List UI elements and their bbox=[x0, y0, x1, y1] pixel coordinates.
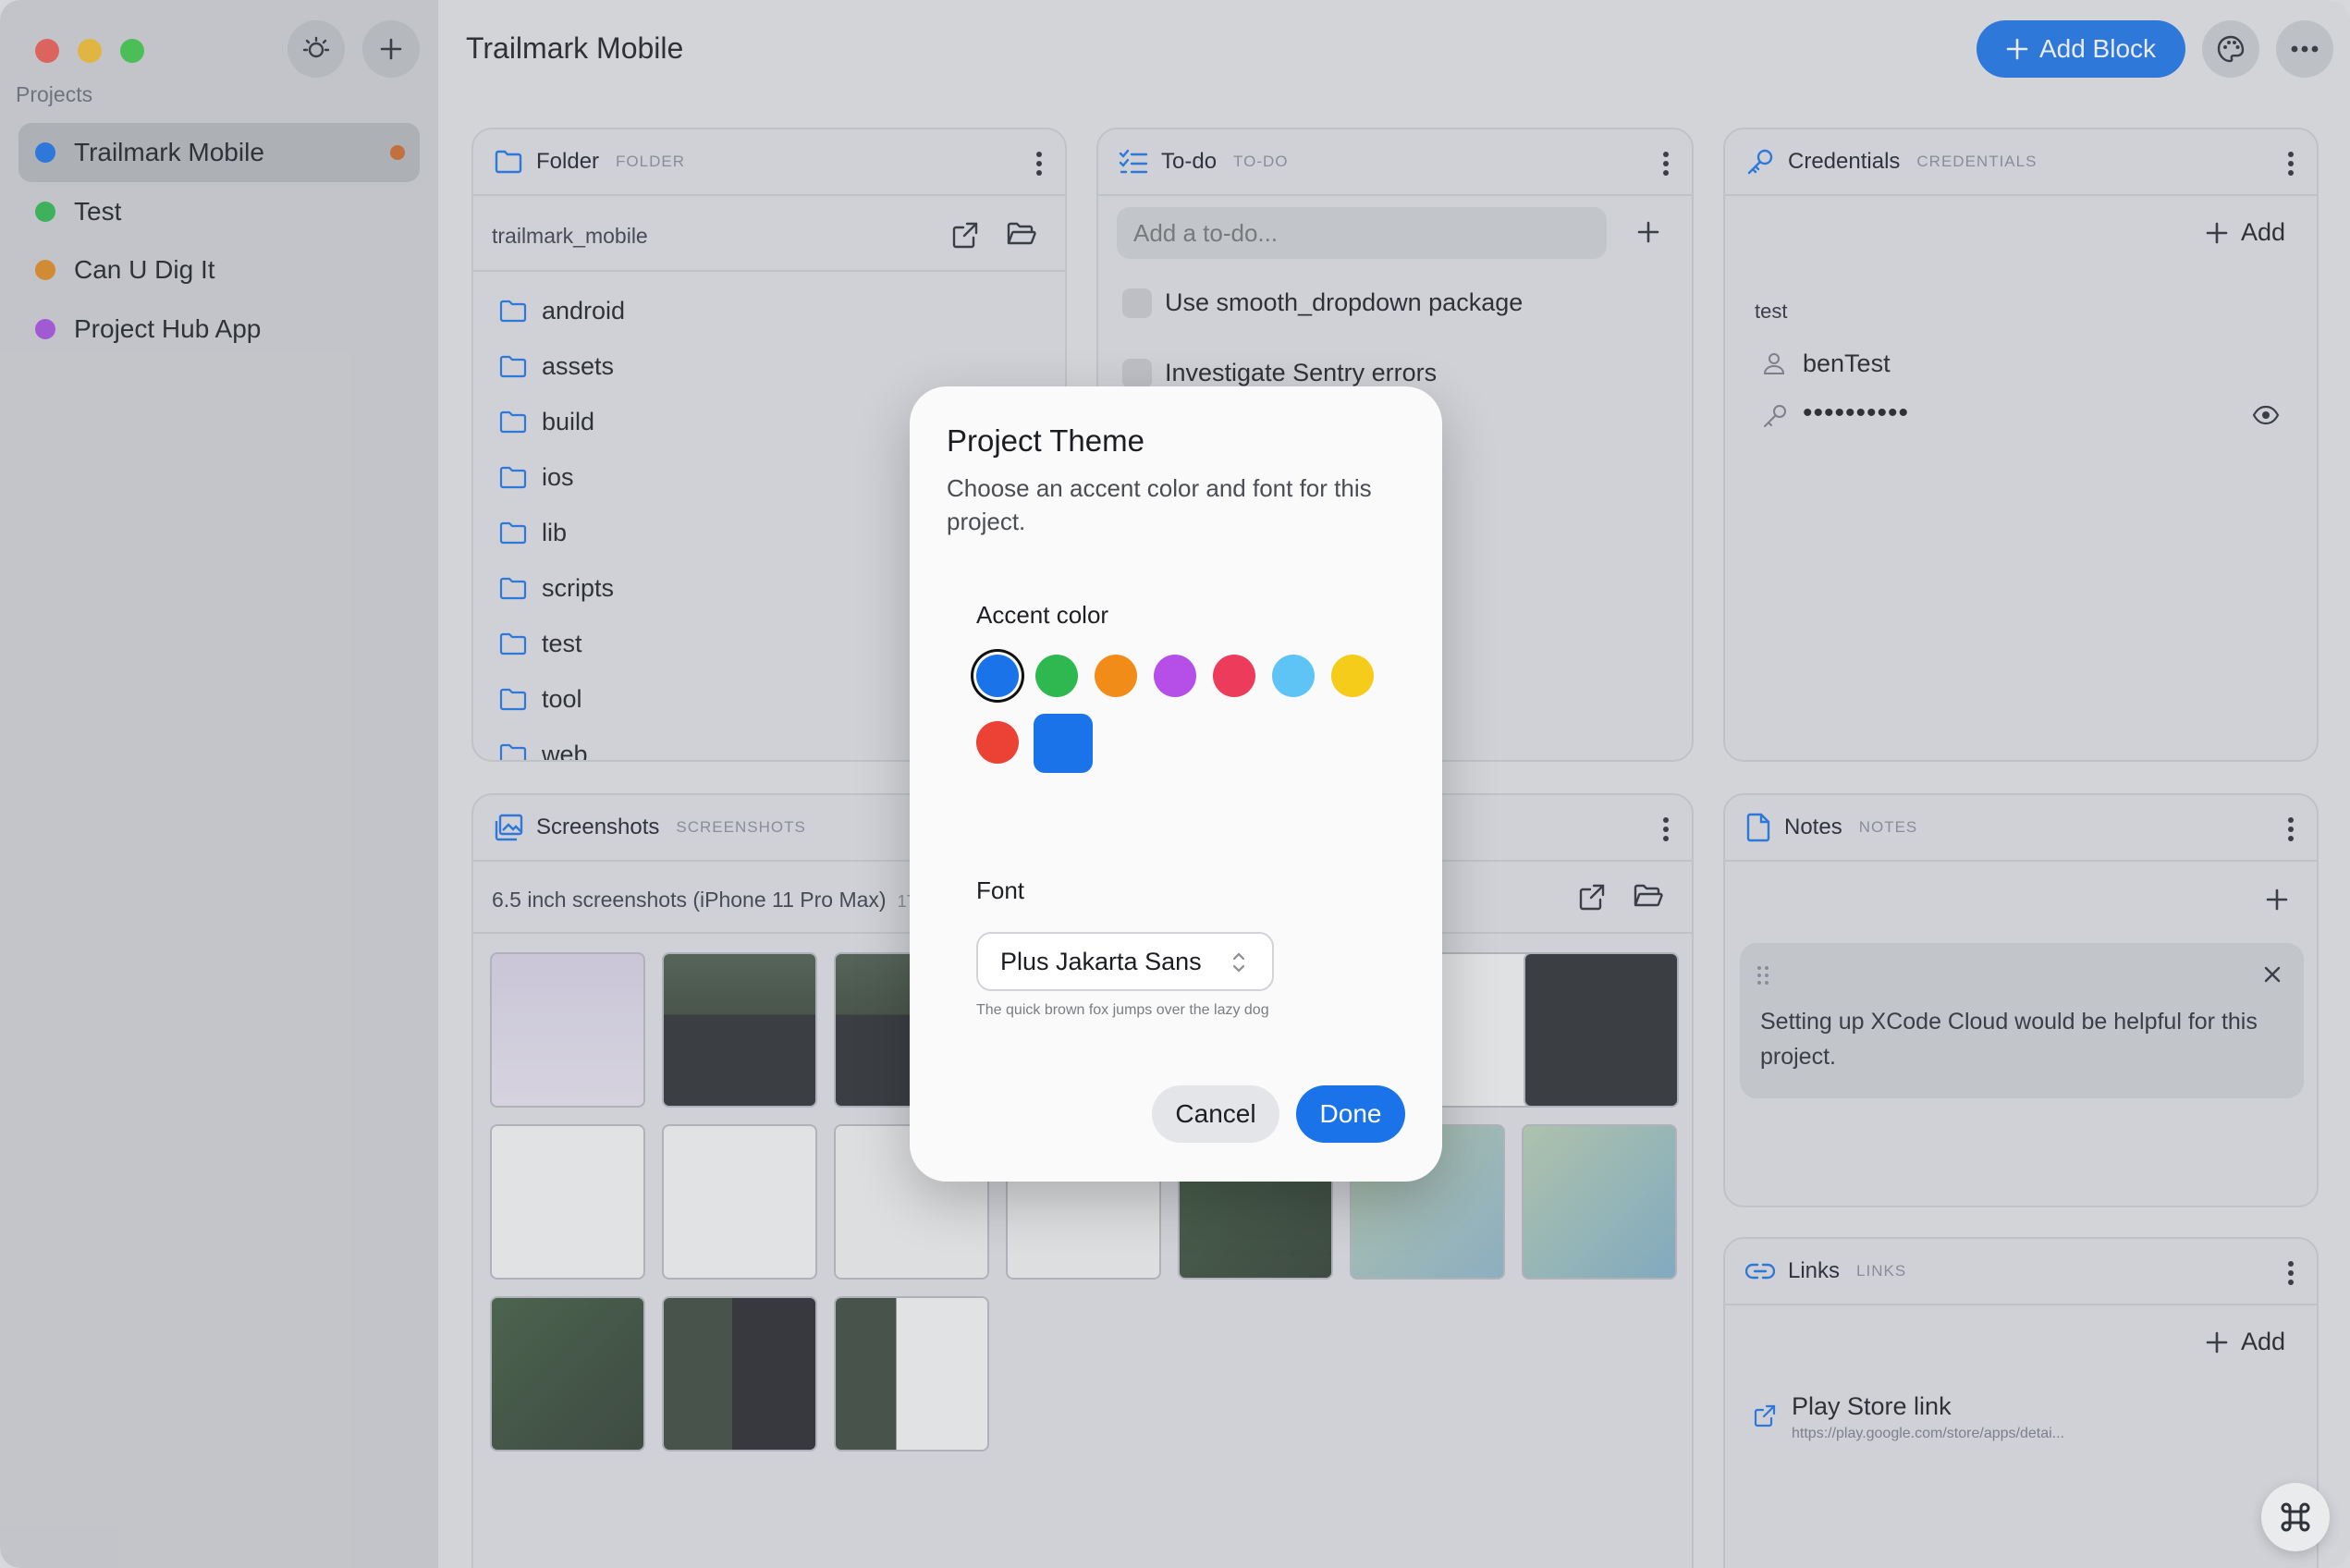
font-label: Font bbox=[976, 876, 1025, 904]
dialog-title: Project Theme bbox=[947, 423, 1144, 458]
accent-swatch-blue-selected[interactable] bbox=[976, 655, 1019, 697]
accent-swatch-red[interactable] bbox=[976, 721, 1019, 764]
font-preview: The quick brown fox jumps over the lazy … bbox=[976, 1002, 1269, 1018]
accent-swatch-pink[interactable] bbox=[1213, 655, 1255, 697]
cancel-button[interactable]: Cancel bbox=[1152, 1085, 1279, 1143]
dialog-subtitle: Choose an accent color and font for this… bbox=[947, 474, 1372, 535]
chevron-up-down-icon bbox=[1232, 952, 1245, 973]
app-window: Projects Trailmark Mobile Test Can U Dig… bbox=[0, 0, 2350, 1568]
accent-swatch-purple[interactable] bbox=[1154, 655, 1196, 697]
font-select[interactable]: Plus Jakarta Sans bbox=[976, 932, 1274, 991]
accent-swatch-yellow[interactable] bbox=[1331, 655, 1374, 697]
project-theme-dialog: Project Theme Choose an accent color and… bbox=[910, 386, 1442, 1182]
accent-color-label: Accent color bbox=[976, 601, 1109, 629]
custom-color-picker[interactable] bbox=[1034, 714, 1093, 773]
accent-swatch-orange[interactable] bbox=[1095, 655, 1137, 697]
accent-swatch-light-blue[interactable] bbox=[1272, 655, 1315, 697]
accent-swatch-green[interactable] bbox=[1035, 655, 1078, 697]
font-select-value: Plus Jakarta Sans bbox=[1000, 947, 1202, 975]
done-button[interactable]: Done bbox=[1296, 1085, 1405, 1143]
